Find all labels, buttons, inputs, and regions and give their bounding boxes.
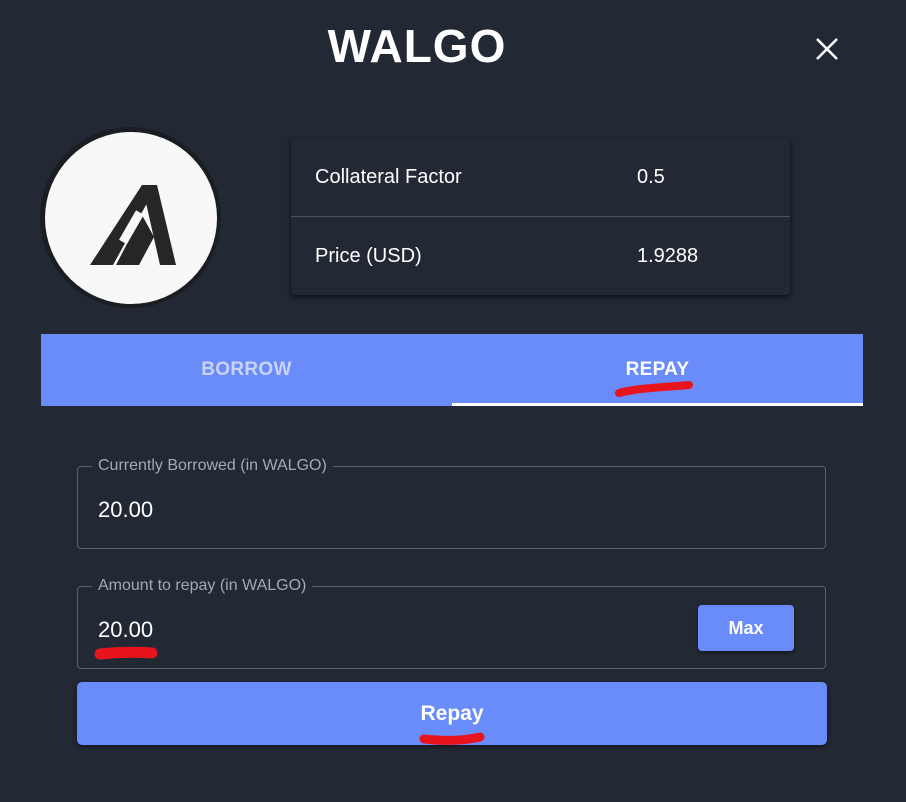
- tab-repay[interactable]: REPAY: [452, 334, 863, 406]
- info-row-collateral-factor: Collateral Factor 0.5: [291, 138, 790, 217]
- modal-header: WALGO: [0, 0, 834, 90]
- tab-borrow[interactable]: BORROW: [41, 334, 452, 406]
- info-value: 0.5: [637, 165, 665, 188]
- currently-borrowed-label: Currently Borrowed (in WALGO): [92, 456, 333, 476]
- info-label: Price (USD): [315, 244, 422, 267]
- close-icon: [816, 38, 838, 60]
- tab-bar: BORROW REPAY: [41, 334, 863, 406]
- close-button[interactable]: [808, 30, 846, 68]
- info-row-price: Price (USD) 1.9288: [291, 217, 790, 295]
- max-button[interactable]: Max: [698, 605, 794, 651]
- asset-info-table: Collateral Factor 0.5 Price (USD) 1.9288: [291, 138, 790, 295]
- info-value: 1.9288: [637, 244, 699, 267]
- currently-borrowed-field: Currently Borrowed (in WALGO) 20.00: [77, 456, 826, 549]
- amount-to-repay-field[interactable]: Amount to repay (in WALGO) 20.00 Max: [77, 576, 826, 669]
- algorand-logo-icon: [89, 184, 176, 265]
- modal-title: WALGO: [327, 20, 507, 72]
- repay-modal: WALGO Collateral Factor 0.5 Price (USD) …: [0, 0, 906, 802]
- active-tab-indicator: [452, 403, 863, 406]
- currently-borrowed-value: 20.00: [98, 497, 154, 522]
- amount-to-repay-input[interactable]: 20.00: [98, 617, 153, 643]
- info-label: Collateral Factor: [315, 165, 462, 188]
- repay-button[interactable]: Repay: [77, 682, 827, 745]
- amount-to-repay-label: Amount to repay (in WALGO): [92, 576, 313, 596]
- asset-logo: [40, 127, 221, 308]
